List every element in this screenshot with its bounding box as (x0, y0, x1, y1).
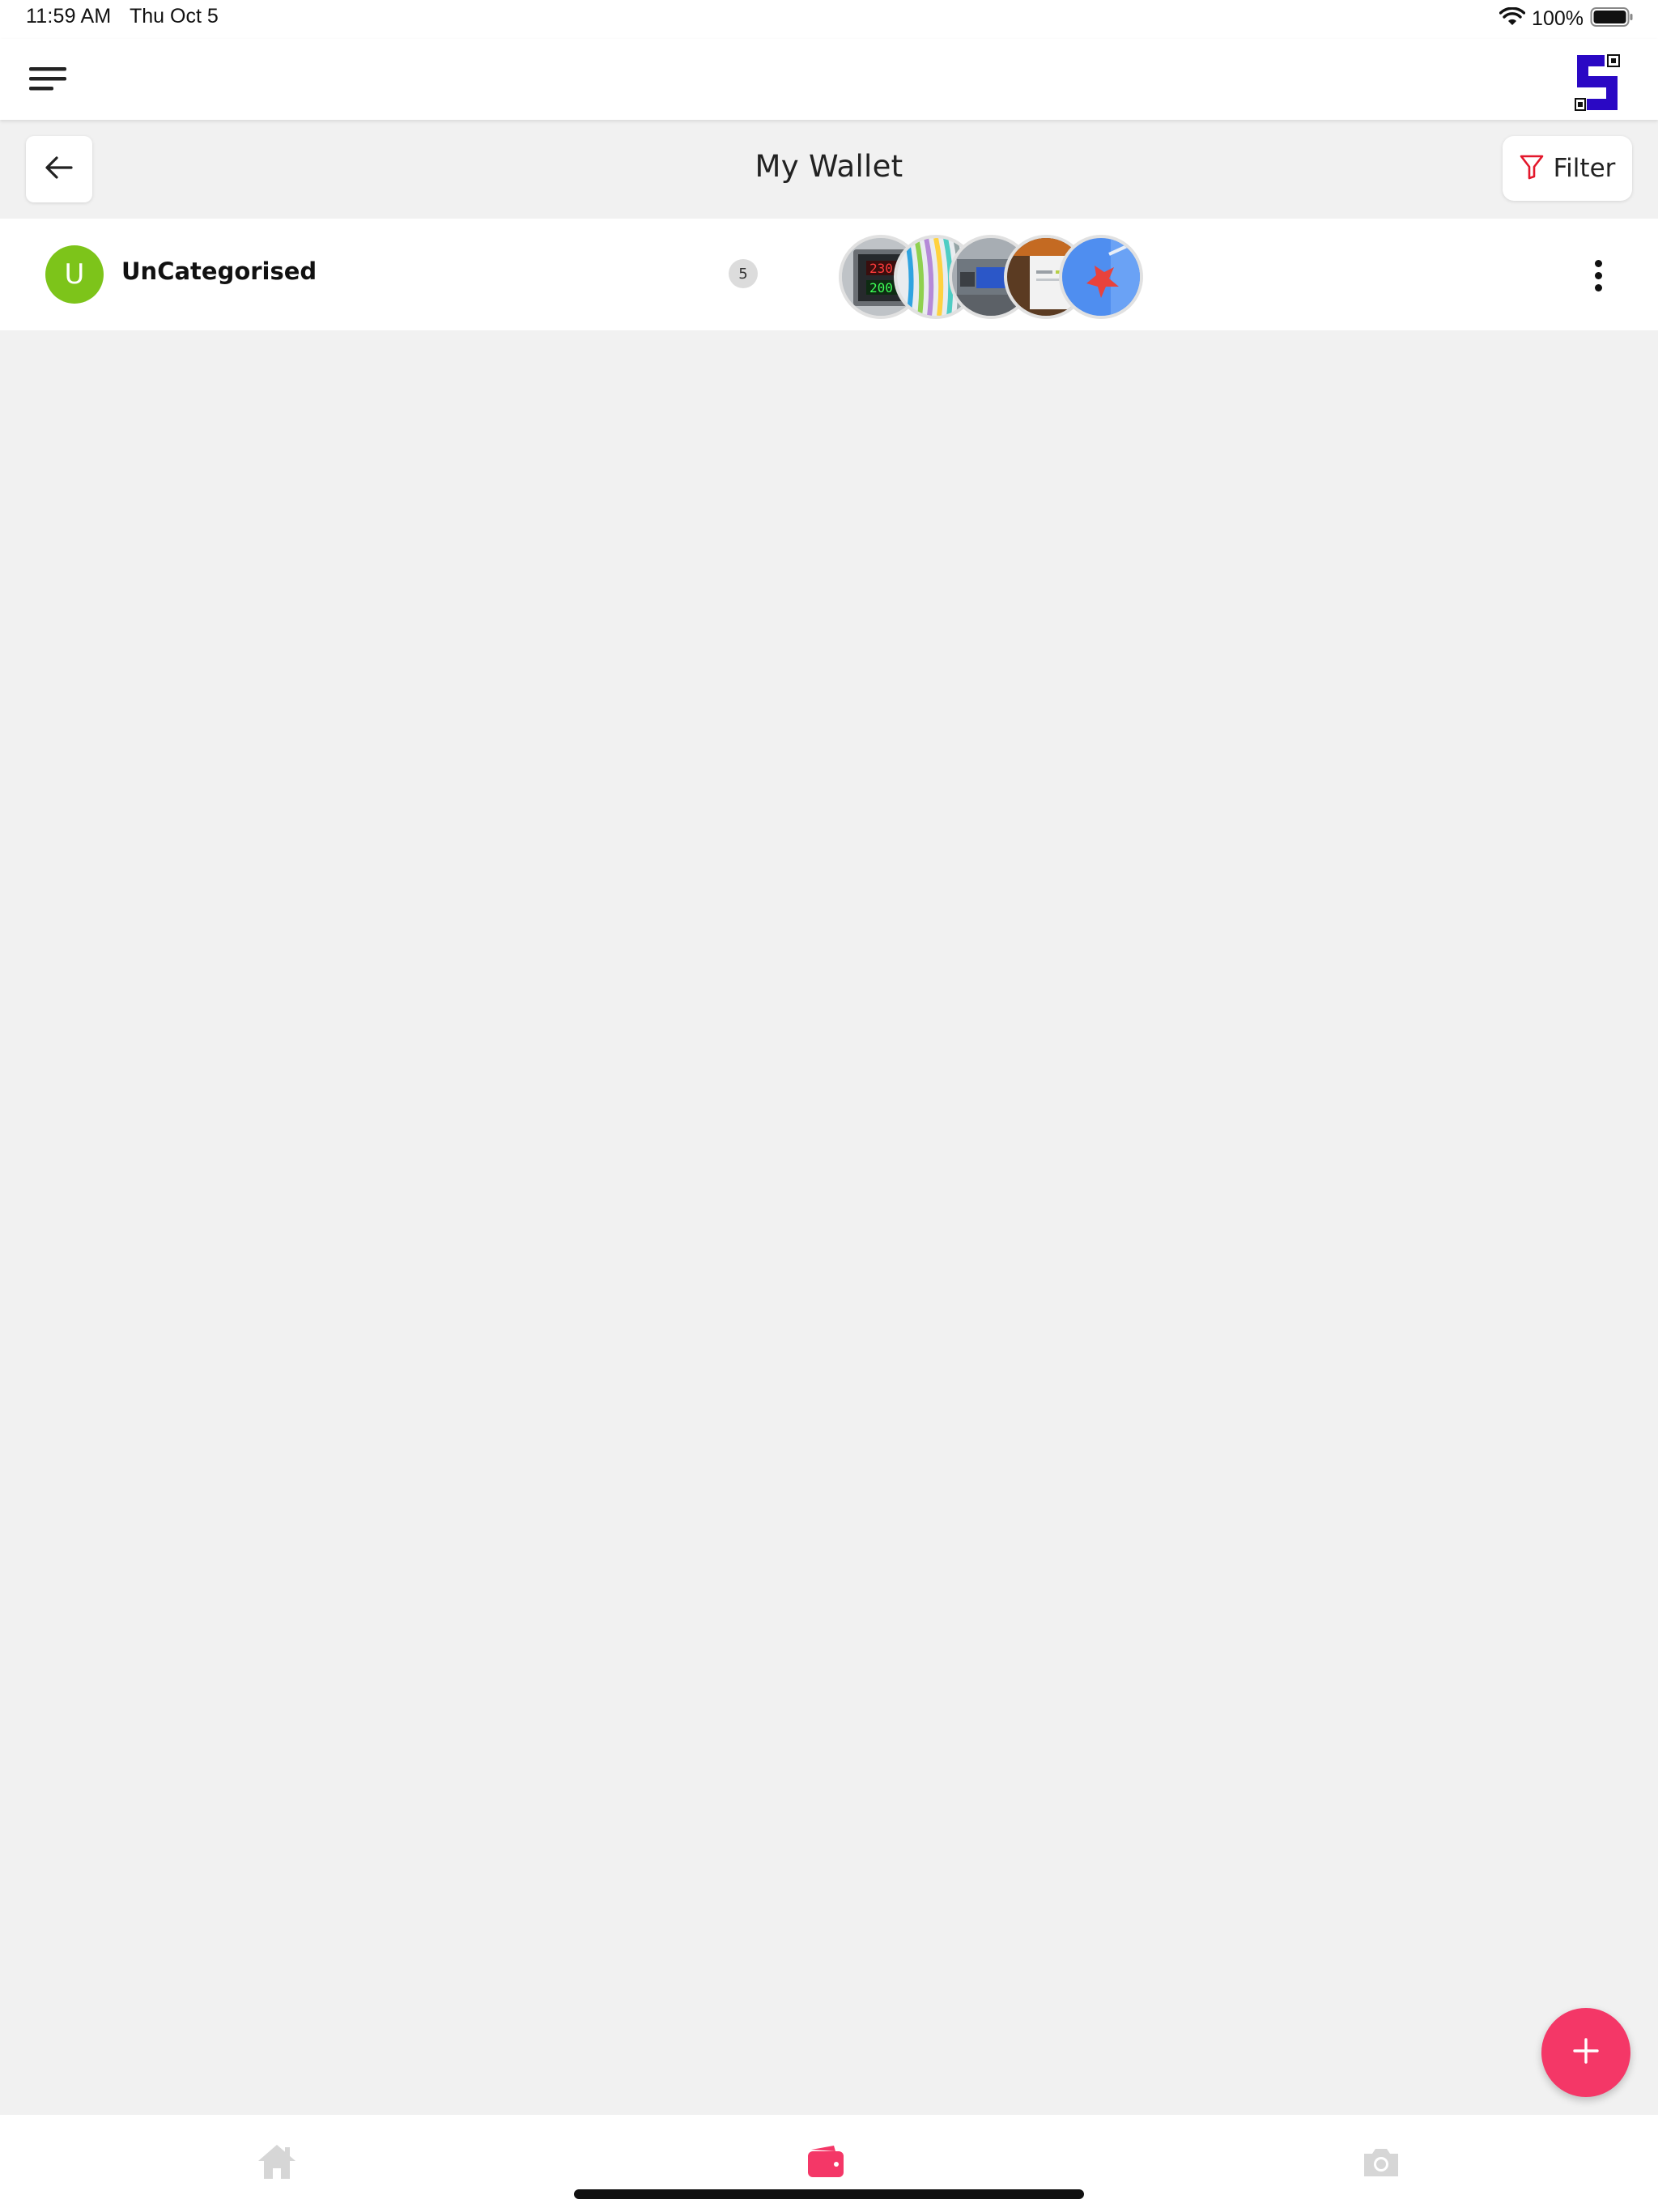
add-button[interactable] (1541, 2008, 1630, 2097)
hamburger-menu-icon[interactable] (29, 63, 68, 96)
home-indicator (574, 2189, 1084, 2199)
svg-text:230: 230 (869, 261, 893, 276)
filter-button[interactable]: Filter (1503, 136, 1632, 201)
title-bar: My Wallet Filter (0, 121, 1658, 217)
count-badge: 5 (729, 259, 758, 288)
nav-camera[interactable] (1357, 2139, 1405, 2188)
wallet-icon (806, 2145, 845, 2182)
status-date: Thu Oct 5 (130, 5, 219, 28)
filter-label: Filter (1553, 154, 1616, 183)
wifi-icon (1499, 6, 1526, 30)
battery-icon (1590, 6, 1634, 31)
status-bar: 11:59 AM Thu Oct 5 100% (0, 0, 1658, 39)
status-time: 11:59 AM (26, 5, 112, 28)
thumbnail-stack[interactable]: 230 200 (839, 235, 1146, 319)
category-name: UnCategorised (121, 257, 317, 285)
thumbnail-image (1059, 235, 1143, 319)
status-indicators: 100% (1499, 6, 1634, 31)
nav-wallet[interactable] (801, 2139, 850, 2188)
plus-icon (1571, 2036, 1601, 2069)
home-icon (257, 2143, 297, 2184)
avatar: U (45, 245, 104, 304)
filter-funnel-icon (1520, 154, 1544, 183)
app-header (0, 39, 1658, 120)
app-logo[interactable] (1574, 53, 1621, 112)
page-title: My Wallet (755, 149, 903, 184)
nav-home[interactable] (253, 2139, 301, 2188)
battery-percent: 100% (1532, 6, 1584, 30)
camera-icon (1361, 2146, 1401, 2181)
list-item[interactable]: U UnCategorised 5 230 200 (0, 219, 1658, 330)
svg-text:200: 200 (869, 280, 893, 296)
more-vertical-icon[interactable] (1582, 251, 1614, 300)
